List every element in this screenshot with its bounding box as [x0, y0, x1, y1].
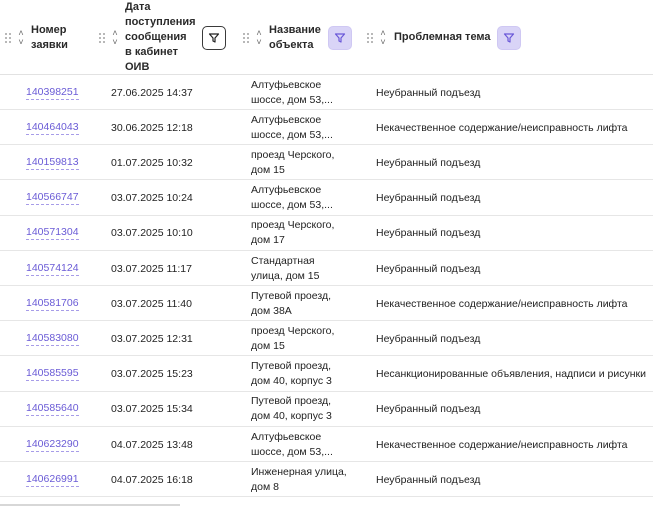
date-cell: 04.07.2025 16:18	[111, 473, 193, 486]
request-number-link[interactable]: 140464043	[26, 121, 79, 135]
object-cell: Алтуфьевское шоссе, дом 53,...	[251, 184, 333, 212]
filter-icon	[503, 32, 514, 43]
request-number-link[interactable]: 140583080	[26, 332, 79, 346]
object-cell: проезд Черского, дом 15	[251, 324, 335, 352]
column-header-date[interactable]: ˄ ˅ Дата поступления сообщения в кабинет …	[98, 0, 226, 75]
object-cell: Алтуфьевское шоссе, дом 53,...	[251, 78, 333, 106]
topic-cell: Некачественное содержание/неисправность …	[376, 121, 628, 134]
request-number-cell: 140626991	[26, 462, 79, 497]
request-number-cell: 140159813	[26, 145, 79, 180]
date-cell: 30.06.2025 12:18	[111, 121, 193, 134]
object-cell: Путевой проезд, дом 40, корпус 3	[251, 360, 332, 388]
object-cell: Путевой проезд, дом 40, корпус 3	[251, 395, 332, 423]
topic-cell: Неубранный подъезд	[376, 262, 481, 275]
sort-arrows-icon[interactable]: ˄ ˅	[110, 28, 120, 47]
date-cell: 03.07.2025 11:40	[111, 297, 192, 310]
object-cell: Инженерная улица, дом 8	[251, 465, 347, 493]
topic-cell: Неубранный подъезд	[376, 156, 481, 169]
sort-arrows-icon[interactable]: ˄ ˅	[254, 28, 264, 47]
column-title-object: Название объекта	[269, 23, 321, 51]
column-title-topic: Проблемная тема	[394, 31, 491, 43]
topic-cell: Несанкционированные объявления, надписи …	[376, 368, 647, 381]
request-number-link[interactable]: 140585640	[26, 402, 79, 417]
date-cell: 03.07.2025 11:17	[111, 262, 192, 275]
column-header-number[interactable]: ˄ ˅ Номер заявки	[4, 0, 68, 75]
filter-button-date[interactable]	[201, 25, 226, 50]
table-row[interactable]: 140571304 03.07.2025 10:10 проезд Черского…	[0, 216, 653, 251]
filter-icon	[208, 32, 219, 43]
sort-arrows-icon[interactable]: ˄ ˅	[16, 28, 26, 47]
date-cell: 27.06.2025 14:37	[111, 86, 193, 99]
table-row[interactable]: 140585640 03.07.2025 15:34 Путевой проезд,…	[0, 392, 653, 427]
horizontal-scrollbar[interactable]	[0, 504, 180, 506]
request-number-cell: 140585640	[26, 392, 79, 427]
table-row[interactable]: 140398251 27.06.2025 14:37 Алтуфьевское шо…	[0, 75, 653, 110]
drag-handle-icon[interactable]	[4, 32, 12, 43]
request-number-cell: 140581706	[26, 286, 79, 321]
request-number-cell: 140571304	[26, 216, 79, 251]
object-cell: проезд Черского, дом 17	[251, 219, 335, 247]
request-number-link[interactable]: 140623290	[26, 438, 79, 452]
topic-cell: Неубранный подъезд	[376, 332, 481, 345]
requests-table: ˄ ˅ Номер заявки ˄ ˅ Дата поступления сооб…	[0, 0, 653, 512]
table-row[interactable]: 140581706 03.07.2025 11:40 Путевой проезд,…	[0, 286, 653, 322]
table-row[interactable]: 140623290 04.07.2025 13:48 Алтуфьевское шо…	[0, 427, 653, 462]
request-number-link[interactable]: 140626991	[26, 473, 79, 487]
date-cell: 03.07.2025 12:31	[111, 332, 193, 345]
request-number-link[interactable]: 140566747	[26, 191, 79, 206]
request-number-cell: 140574124	[26, 251, 79, 286]
request-number-cell: 140623290	[26, 427, 79, 462]
date-cell: 03.07.2025 10:24	[111, 192, 193, 205]
topic-cell: Неубранный подъезд	[376, 473, 481, 486]
date-cell: 03.07.2025 15:34	[111, 403, 193, 416]
topic-cell: Некачественное содержание/неисправность …	[376, 438, 628, 451]
request-number-link[interactable]: 140571304	[26, 226, 79, 241]
date-cell: 04.07.2025 13:48	[111, 438, 193, 451]
request-number-link[interactable]: 140398251	[26, 86, 79, 100]
drag-handle-icon[interactable]	[242, 32, 250, 43]
filter-button-object[interactable]	[327, 25, 352, 50]
object-cell: Стандартная улица, дом 15	[251, 254, 320, 282]
object-cell: Алтуфьевское шоссе, дом 53,...	[251, 430, 333, 458]
table-row[interactable]: 140626991 04.07.2025 16:18 Инженерная улиц…	[0, 462, 653, 498]
table-header: ˄ ˅ Номер заявки ˄ ˅ Дата поступления сооб…	[0, 0, 653, 75]
topic-cell: Неубранный подъезд	[376, 192, 481, 205]
request-number-cell: 140464043	[26, 110, 79, 145]
table-row[interactable]: 140574124 03.07.2025 11:17 Стандартная ули…	[0, 251, 653, 286]
table-row[interactable]: 140159813 01.07.2025 10:32 проезд Черского…	[0, 145, 653, 181]
table-row[interactable]: 140583080 03.07.2025 12:31 проезд Черского…	[0, 321, 653, 357]
request-number-cell: 140583080	[26, 321, 79, 356]
request-number-link[interactable]: 140581706	[26, 297, 79, 311]
request-number-link[interactable]: 140159813	[26, 156, 79, 170]
drag-handle-icon[interactable]	[366, 32, 374, 43]
date-cell: 01.07.2025 10:32	[111, 156, 193, 169]
table-row[interactable]: 140585595 03.07.2025 15:23 Путевой проезд,…	[0, 357, 653, 392]
object-cell: проезд Черского, дом 15	[251, 148, 335, 176]
request-number-cell: 140566747	[26, 181, 79, 216]
table-row[interactable]: 140464043 30.06.2025 12:18 Алтуфьевское шо…	[0, 110, 653, 146]
filter-icon	[334, 32, 346, 43]
date-cell: 03.07.2025 15:23	[111, 368, 193, 381]
topic-cell: Некачественное содержание/неисправность …	[376, 297, 628, 310]
column-title-number: Номер заявки	[31, 23, 68, 51]
topic-cell: Неубранный подъезд	[376, 403, 481, 416]
object-cell: Путевой проезд, дом 38А	[251, 289, 332, 317]
sort-arrows-icon[interactable]: ˄ ˅	[378, 28, 388, 47]
object-cell: Алтуфьевское шоссе, дом 53,...	[251, 113, 333, 141]
column-title-date: Дата поступления сообщения в кабинет ОИВ	[125, 1, 196, 73]
request-number-link[interactable]: 140585595	[26, 367, 79, 382]
column-header-topic[interactable]: ˄ ˅ Проблемная тема	[366, 0, 521, 75]
request-number-cell: 140585595	[26, 357, 79, 392]
request-number-cell: 140398251	[26, 75, 79, 110]
topic-cell: Неубранный подъезд	[376, 86, 481, 99]
request-number-link[interactable]: 140574124	[26, 262, 79, 276]
topic-cell: Неубранный подъезд	[376, 227, 481, 240]
filter-button-topic[interactable]	[496, 25, 521, 50]
date-cell: 03.07.2025 10:10	[111, 227, 193, 240]
table-row[interactable]: 140566747 03.07.2025 10:24 Алтуфьевское шо…	[0, 181, 653, 216]
drag-handle-icon[interactable]	[98, 32, 106, 43]
column-header-object[interactable]: ˄ ˅ Название объекта	[242, 0, 352, 75]
